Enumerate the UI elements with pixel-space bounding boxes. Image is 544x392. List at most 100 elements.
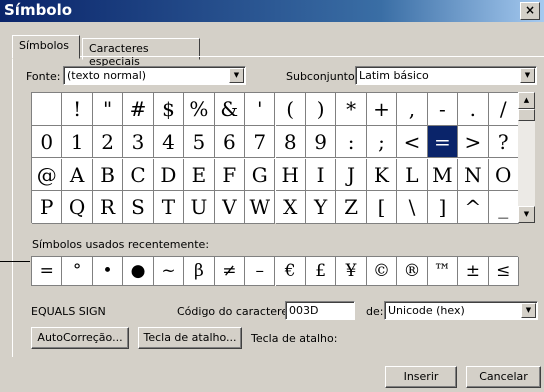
recent-symbol-cell[interactable]: ~: [153, 257, 185, 286]
symbol-cell[interactable]: G: [245, 158, 276, 191]
recent-symbol-cell[interactable]: ±: [458, 257, 489, 286]
symbol-cell[interactable]: [: [366, 191, 398, 224]
recent-symbol-cell[interactable]: –: [245, 257, 276, 286]
symbol-cell[interactable]: :: [336, 125, 367, 159]
symbol-cell[interactable]: R: [92, 191, 124, 224]
symbol-cell[interactable]: T: [153, 191, 185, 224]
recent-symbol-cell[interactable]: £: [305, 257, 337, 286]
symbol-cell[interactable]: W: [245, 191, 276, 224]
recent-symbol-cell[interactable]: ®: [397, 257, 428, 286]
symbol-cell[interactable]: V: [214, 191, 246, 224]
symbol-cell[interactable]: @: [32, 158, 63, 191]
symbol-cell[interactable]: &: [214, 93, 246, 126]
symbol-cell[interactable]: 5: [184, 125, 215, 159]
autocorrect-label: AutoCorreção...: [37, 331, 123, 344]
symbol-cell[interactable]: I: [305, 158, 337, 191]
recent-symbol-cell[interactable]: •: [92, 257, 124, 286]
symbol-cell[interactable]: .: [458, 93, 489, 126]
symbol-cell[interactable]: K: [366, 158, 398, 191]
symbol-cell[interactable]: /: [488, 93, 519, 126]
font-label: Fonte:: [26, 70, 61, 83]
symbol-cell[interactable]: +: [366, 93, 398, 126]
symbol-cell[interactable]: -: [427, 93, 459, 126]
symbol-cell[interactable]: 0: [32, 125, 63, 159]
symbol-cell[interactable]: ": [92, 93, 124, 126]
symbol-cell[interactable]: *: [336, 93, 367, 126]
recent-symbol-cell[interactable]: °: [62, 257, 93, 286]
recent-symbol-cell[interactable]: ¥: [336, 257, 367, 286]
recent-symbol-cell[interactable]: ©: [366, 257, 398, 286]
symbol-cell[interactable]: <: [397, 125, 428, 159]
symbol-cell[interactable]: 8: [275, 125, 306, 159]
symbol-cell[interactable]: ;: [366, 125, 398, 159]
scroll-thumb[interactable]: [518, 109, 535, 121]
symbol-cell[interactable]: 7: [245, 125, 276, 159]
symbol-cell[interactable]: C: [123, 158, 154, 191]
symbol-cell[interactable]: D: [153, 158, 185, 191]
symbol-grid-scrollbar[interactable]: ▲ ▼: [518, 92, 535, 223]
scroll-down-button[interactable]: ▼: [518, 206, 535, 223]
symbol-cell[interactable]: E: [184, 158, 215, 191]
symbol-cell[interactable]: S: [123, 191, 154, 224]
scroll-up-button[interactable]: ▲: [518, 92, 535, 109]
symbol-cell[interactable]: \: [397, 191, 428, 224]
from-select[interactable]: Unicode (hex) ▼: [384, 301, 538, 320]
font-select[interactable]: (texto normal) ▼: [63, 66, 246, 85]
recent-symbol-cell[interactable]: β: [184, 257, 215, 286]
autocorrect-button[interactable]: AutoCorreção...: [31, 327, 129, 349]
symbol-cell[interactable]: ': [245, 93, 276, 126]
char-code-input[interactable]: 003D: [285, 301, 355, 320]
symbol-cell[interactable]: 6: [214, 125, 246, 159]
symbol-cell[interactable]: A: [62, 158, 93, 191]
symbol-cell[interactable]: _: [488, 191, 519, 224]
scroll-down-icon: ▼: [523, 210, 530, 218]
recent-symbol-cell[interactable]: ≤: [488, 257, 519, 286]
symbol-cell[interactable]: #: [123, 93, 154, 126]
symbol-cell[interactable]: 4: [153, 125, 185, 159]
symbol-cell[interactable]: ?: [488, 125, 519, 159]
character-name: EQUALS SIGN: [31, 305, 106, 318]
from-value: Unicode (hex): [388, 304, 465, 317]
subset-select[interactable]: Latim básico ▼: [355, 66, 537, 85]
close-button[interactable]: ×: [520, 2, 540, 20]
recent-symbol-cell[interactable]: €: [275, 257, 306, 286]
symbol-cell[interactable]: $: [153, 93, 185, 126]
symbol-cell[interactable]: [32, 93, 63, 126]
symbol-cell[interactable]: J: [336, 158, 367, 191]
symbol-cell[interactable]: 2: [92, 125, 124, 159]
symbol-cell[interactable]: 3: [123, 125, 154, 159]
symbol-cell[interactable]: ]: [427, 191, 459, 224]
symbol-cell[interactable]: 1: [62, 125, 93, 159]
symbol-cell[interactable]: Z: [336, 191, 367, 224]
symbol-cell[interactable]: H: [275, 158, 306, 191]
shortcut-key-label: Tecla de atalho...: [143, 331, 237, 344]
symbol-cell[interactable]: M: [427, 158, 459, 191]
cancel-button[interactable]: Cancelar: [466, 366, 541, 388]
symbol-cell[interactable]: O: [488, 158, 519, 191]
symbol-cell[interactable]: ^: [458, 191, 489, 224]
recent-symbol-cell[interactable]: ™: [427, 257, 459, 286]
symbol-cell[interactable]: N: [458, 158, 489, 191]
insert-button[interactable]: Inserir: [385, 366, 457, 388]
shortcut-key-button[interactable]: Tecla de atalho...: [138, 327, 242, 349]
symbol-cell[interactable]: P: [32, 191, 63, 224]
symbol-cell[interactable]: >: [458, 125, 489, 159]
symbol-cell[interactable]: %: [184, 93, 215, 126]
symbol-cell[interactable]: Q: [62, 191, 93, 224]
recent-symbol-cell[interactable]: ●: [123, 257, 154, 286]
recent-symbol-cell[interactable]: =: [32, 257, 63, 286]
symbol-cell[interactable]: !: [62, 93, 93, 126]
tab-symbols[interactable]: Símbolos: [12, 35, 80, 59]
symbol-cell[interactable]: ): [305, 93, 337, 126]
symbol-cell[interactable]: =: [427, 125, 459, 159]
symbol-cell[interactable]: 9: [305, 125, 337, 159]
symbol-cell[interactable]: F: [214, 158, 246, 191]
symbol-cell[interactable]: (: [275, 93, 306, 126]
symbol-cell[interactable]: X: [275, 191, 306, 224]
symbol-cell[interactable]: Y: [305, 191, 337, 224]
recent-symbol-cell[interactable]: ≠: [214, 257, 246, 286]
symbol-cell[interactable]: U: [184, 191, 215, 224]
symbol-cell[interactable]: B: [92, 158, 124, 191]
symbol-cell[interactable]: ,: [397, 93, 428, 126]
symbol-cell[interactable]: L: [397, 158, 428, 191]
